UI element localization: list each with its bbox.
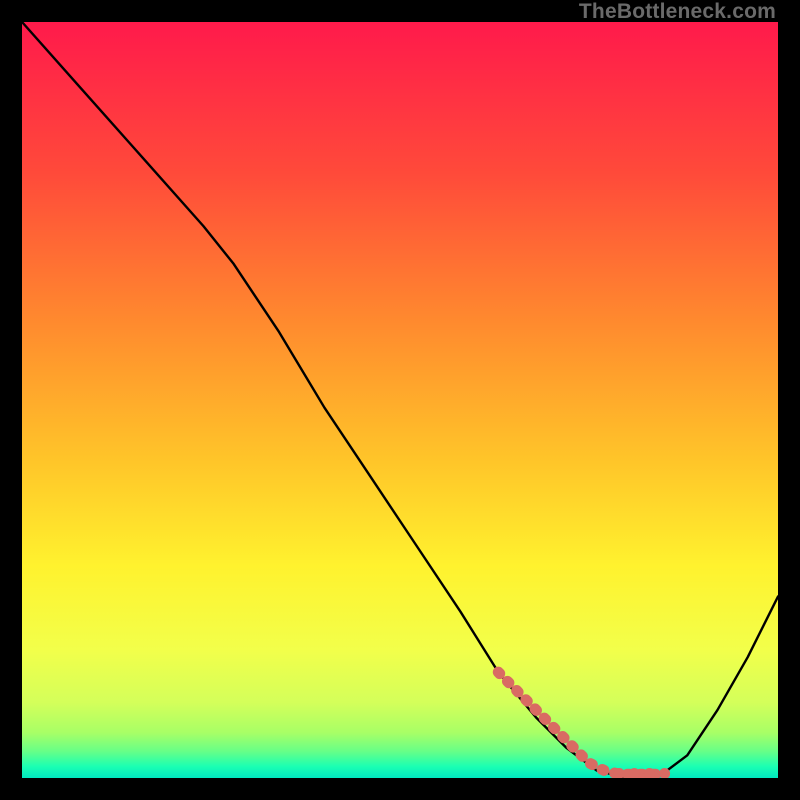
chart-svg — [22, 22, 778, 778]
gradient-background — [22, 22, 778, 778]
chart-frame: TheBottleneck.com — [0, 0, 800, 800]
plot-area — [22, 22, 778, 778]
watermark-text: TheBottleneck.com — [579, 0, 776, 24]
